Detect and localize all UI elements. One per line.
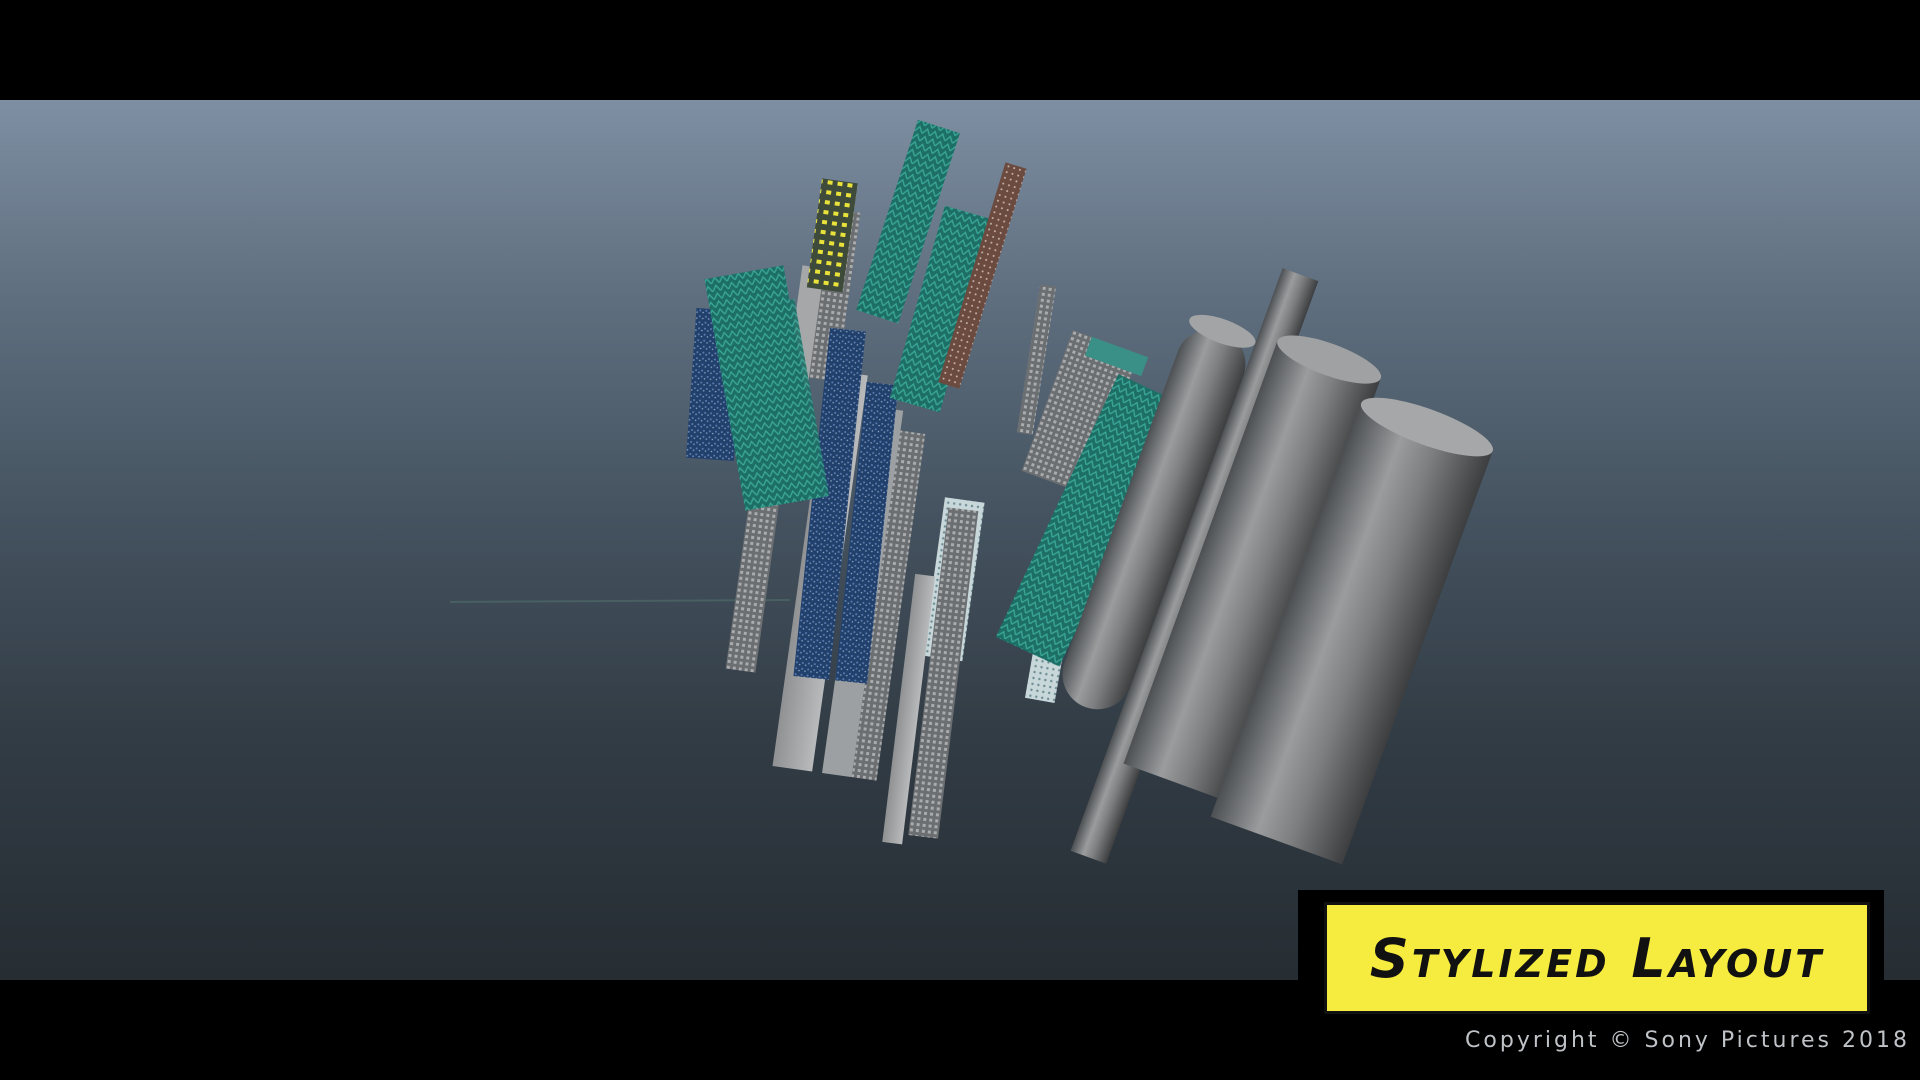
video-frame: Stylized Layout Copyright © Sony Picture… bbox=[0, 0, 1920, 1080]
scene-render bbox=[449, 119, 1494, 865]
title-text: Stylized Layout bbox=[1369, 926, 1825, 990]
title-plate: Stylized Layout bbox=[1324, 902, 1870, 1014]
letterbox-top bbox=[0, 0, 1920, 100]
3d-viewport[interactable] bbox=[0, 100, 1920, 980]
copyright-text: Copyright © Sony Pictures 2018 bbox=[1465, 1028, 1910, 1053]
